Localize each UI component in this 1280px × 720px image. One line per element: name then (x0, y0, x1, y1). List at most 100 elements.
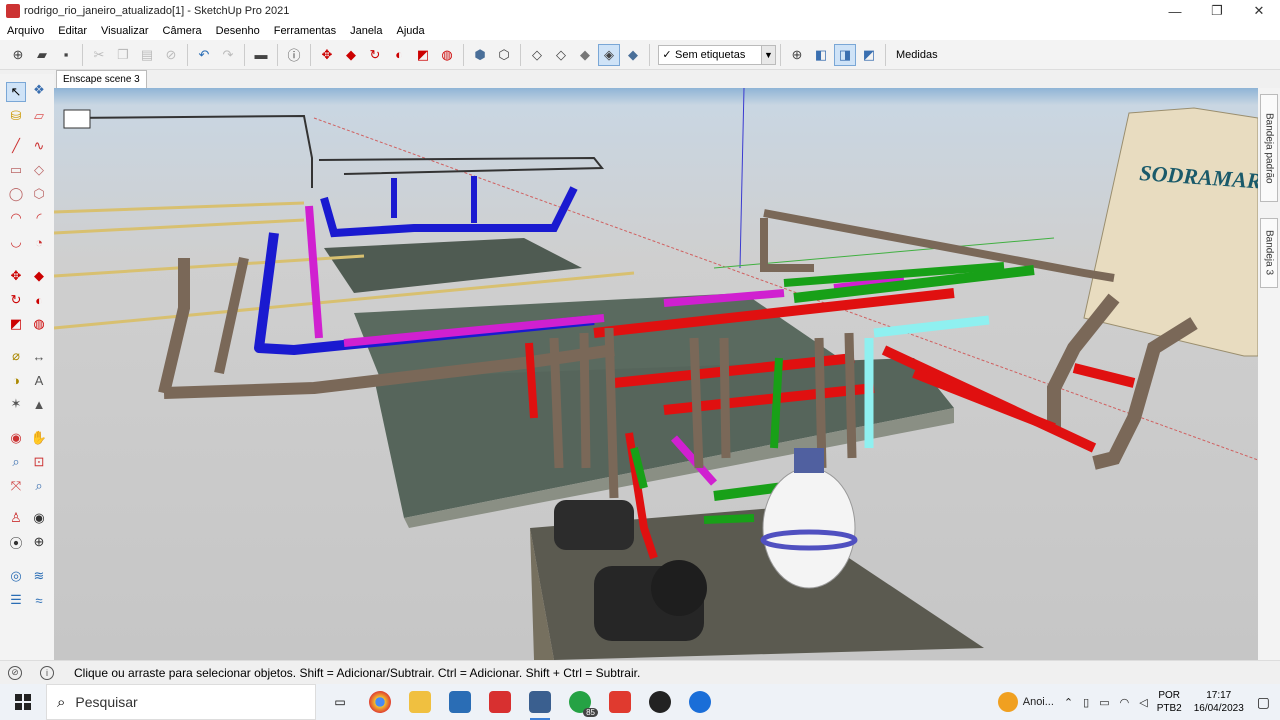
pie-icon[interactable]: ◔ (29, 232, 49, 252)
battery-icon[interactable]: ▭ (1099, 696, 1109, 709)
wifi-icon[interactable]: ◠ (1120, 696, 1130, 709)
menu-ajuda[interactable]: Ajuda (390, 25, 432, 37)
redo-icon[interactable]: ↷ (217, 44, 239, 66)
hidden-line-icon[interactable]: ◇ (550, 44, 572, 66)
offset-icon[interactable]: ◍ (436, 44, 458, 66)
push-pull-icon[interactable]: ◆ (340, 44, 362, 66)
cut-icon[interactable]: ✂ (88, 44, 110, 66)
model-canvas[interactable]: SODRAMAR (54, 88, 1258, 660)
text-tool-icon[interactable]: A (29, 370, 49, 390)
position-camera-tool-icon[interactable]: ♙ (6, 508, 26, 528)
sketchup-pro-taskbar-icon[interactable] (520, 684, 560, 720)
component-icon[interactable]: ❖ (29, 80, 49, 100)
start-button[interactable] (0, 684, 46, 720)
bluetooth-icon[interactable] (680, 684, 720, 720)
language-indicator[interactable]: POR PTB2 (1157, 689, 1182, 715)
erase-icon[interactable]: ⊘ (160, 44, 182, 66)
info-icon[interactable]: i (40, 665, 54, 680)
protractor-icon[interactable]: ◑ (6, 370, 26, 390)
taskbar-search[interactable]: ⌕ Pesquisar (46, 684, 316, 720)
copy-icon[interactable]: ❐ (112, 44, 134, 66)
mail-app-icon[interactable] (440, 684, 480, 720)
push-pull-tool-icon[interactable]: ◆ (29, 266, 49, 286)
obs-icon[interactable] (640, 684, 680, 720)
walk-icon[interactable]: ⦿ (6, 532, 26, 552)
wireframe-icon[interactable]: ◇ (526, 44, 548, 66)
shaded-icon[interactable]: ◆ (574, 44, 596, 66)
menu-editar[interactable]: Editar (51, 25, 94, 37)
print-icon[interactable]: ▬ (250, 44, 272, 66)
menu-janela[interactable]: Janela (343, 25, 389, 37)
menu-ferramentas[interactable]: Ferramentas (267, 25, 343, 37)
polygon-icon[interactable]: ⬡ (29, 184, 49, 204)
weather-text[interactable]: Anoi... (1023, 696, 1054, 708)
whatsapp-icon[interactable]: 85 (560, 684, 600, 720)
orbit-icon[interactable]: ◉ (6, 428, 26, 448)
tray-tab-padrao[interactable]: Bandeja padrão (1260, 94, 1278, 202)
geo-location-icon[interactable]: ⊘ (8, 665, 22, 680)
section-cuts-icon[interactable]: ◨ (834, 43, 856, 66)
shaded-textures-icon[interactable]: ◈ (598, 43, 620, 66)
back-edges-icon[interactable]: ⬡ (493, 44, 515, 66)
pan-icon[interactable]: ✋ (29, 428, 49, 448)
xray-icon[interactable]: ⬢ (469, 44, 491, 66)
volume-icon[interactable]: ◁ (1139, 696, 1147, 709)
sandbox-scratch-icon[interactable]: ≋ (29, 566, 49, 586)
section-plane-tool-icon[interactable]: ⊕ (29, 532, 49, 552)
zoom-window-icon[interactable]: ⊡ (29, 452, 49, 472)
scale-tool-icon[interactable]: ◩ (6, 314, 26, 334)
scene-tab-enscape-3[interactable]: Enscape scene 3 (56, 70, 147, 88)
tape-measure-icon[interactable]: ⌀ (6, 346, 26, 366)
minimize-button[interactable]: — (1154, 0, 1196, 22)
save-icon[interactable]: ▪ (55, 44, 77, 66)
offset-tool-icon[interactable]: ◍ (29, 314, 49, 334)
maximize-button[interactable]: ❐ (1196, 0, 1238, 22)
menu-arquivo[interactable]: Arquivo (0, 25, 51, 37)
follow-me-icon[interactable]: ◐ (388, 44, 410, 66)
sketchup-taskbar-icon[interactable] (480, 684, 520, 720)
chevron-down-icon[interactable]: ▼ (761, 45, 775, 64)
file-explorer-icon[interactable] (400, 684, 440, 720)
new-file-icon[interactable]: ⊕ (7, 44, 29, 66)
circle-icon[interactable]: ◯ (6, 184, 26, 204)
chevron-up-icon[interactable]: ⌃ (1064, 696, 1073, 709)
scale-icon[interactable]: ◩ (412, 44, 434, 66)
monochrome-icon[interactable]: ◆ (622, 44, 644, 66)
3d-text-icon[interactable]: ▲ (29, 394, 49, 414)
eraser-icon[interactable]: ▱ (29, 106, 49, 126)
model-info-icon[interactable]: ⓘ (283, 44, 305, 66)
notifications-icon[interactable]: ▢ (1257, 694, 1270, 711)
microphone-icon[interactable]: ▯ (1083, 696, 1089, 709)
rotate-tool-icon[interactable]: ↻ (6, 290, 26, 310)
line-icon[interactable]: ╱ (6, 136, 26, 156)
freehand-icon[interactable]: ∿ (29, 136, 49, 156)
undo-icon[interactable]: ↶ (193, 44, 215, 66)
section-plane-icon[interactable]: ◧ (810, 44, 832, 66)
paste-icon[interactable]: ▤ (136, 44, 158, 66)
rotated-rectangle-icon[interactable]: ◇ (29, 160, 49, 180)
three-point-arc-icon[interactable]: ◡ (6, 232, 26, 252)
position-camera-icon[interactable]: ⊕ (786, 44, 808, 66)
anydesk-icon[interactable] (600, 684, 640, 720)
open-folder-icon[interactable]: ▰ (31, 44, 53, 66)
clock[interactable]: 17:17 16/04/2023 (1194, 689, 1244, 715)
sandbox-contours-icon[interactable]: ◎ (6, 566, 26, 586)
look-around-icon[interactable]: ◉ (29, 508, 49, 528)
zoom-extents-icon[interactable]: ⤧ (6, 476, 26, 496)
menu-desenho[interactable]: Desenho (209, 25, 267, 37)
model-viewport[interactable]: SODRAMAR (54, 88, 1258, 660)
rotate-icon[interactable]: ↻ (364, 44, 386, 66)
weather-icon[interactable] (997, 692, 1018, 712)
select-icon[interactable]: ↖ (6, 82, 26, 102)
sandbox-stamp-icon[interactable]: ≈ (29, 590, 49, 610)
chrome-app-icon[interactable] (360, 684, 400, 720)
move-icon[interactable]: ✥ (316, 44, 338, 66)
arc-icon[interactable]: ◠ (6, 208, 26, 228)
sandbox-smoove-icon[interactable]: ☰ (6, 590, 26, 610)
rectangle-icon[interactable]: ▭ (6, 160, 26, 180)
close-button[interactable]: ✕ (1238, 0, 1280, 22)
section-fill-icon[interactable]: ◩ (858, 44, 880, 66)
two-point-arc-icon[interactable]: ◜ (29, 208, 49, 228)
tray-tab-3[interactable]: Bandeja 3 (1260, 218, 1278, 288)
previous-view-icon[interactable]: ⌕ (29, 476, 49, 496)
